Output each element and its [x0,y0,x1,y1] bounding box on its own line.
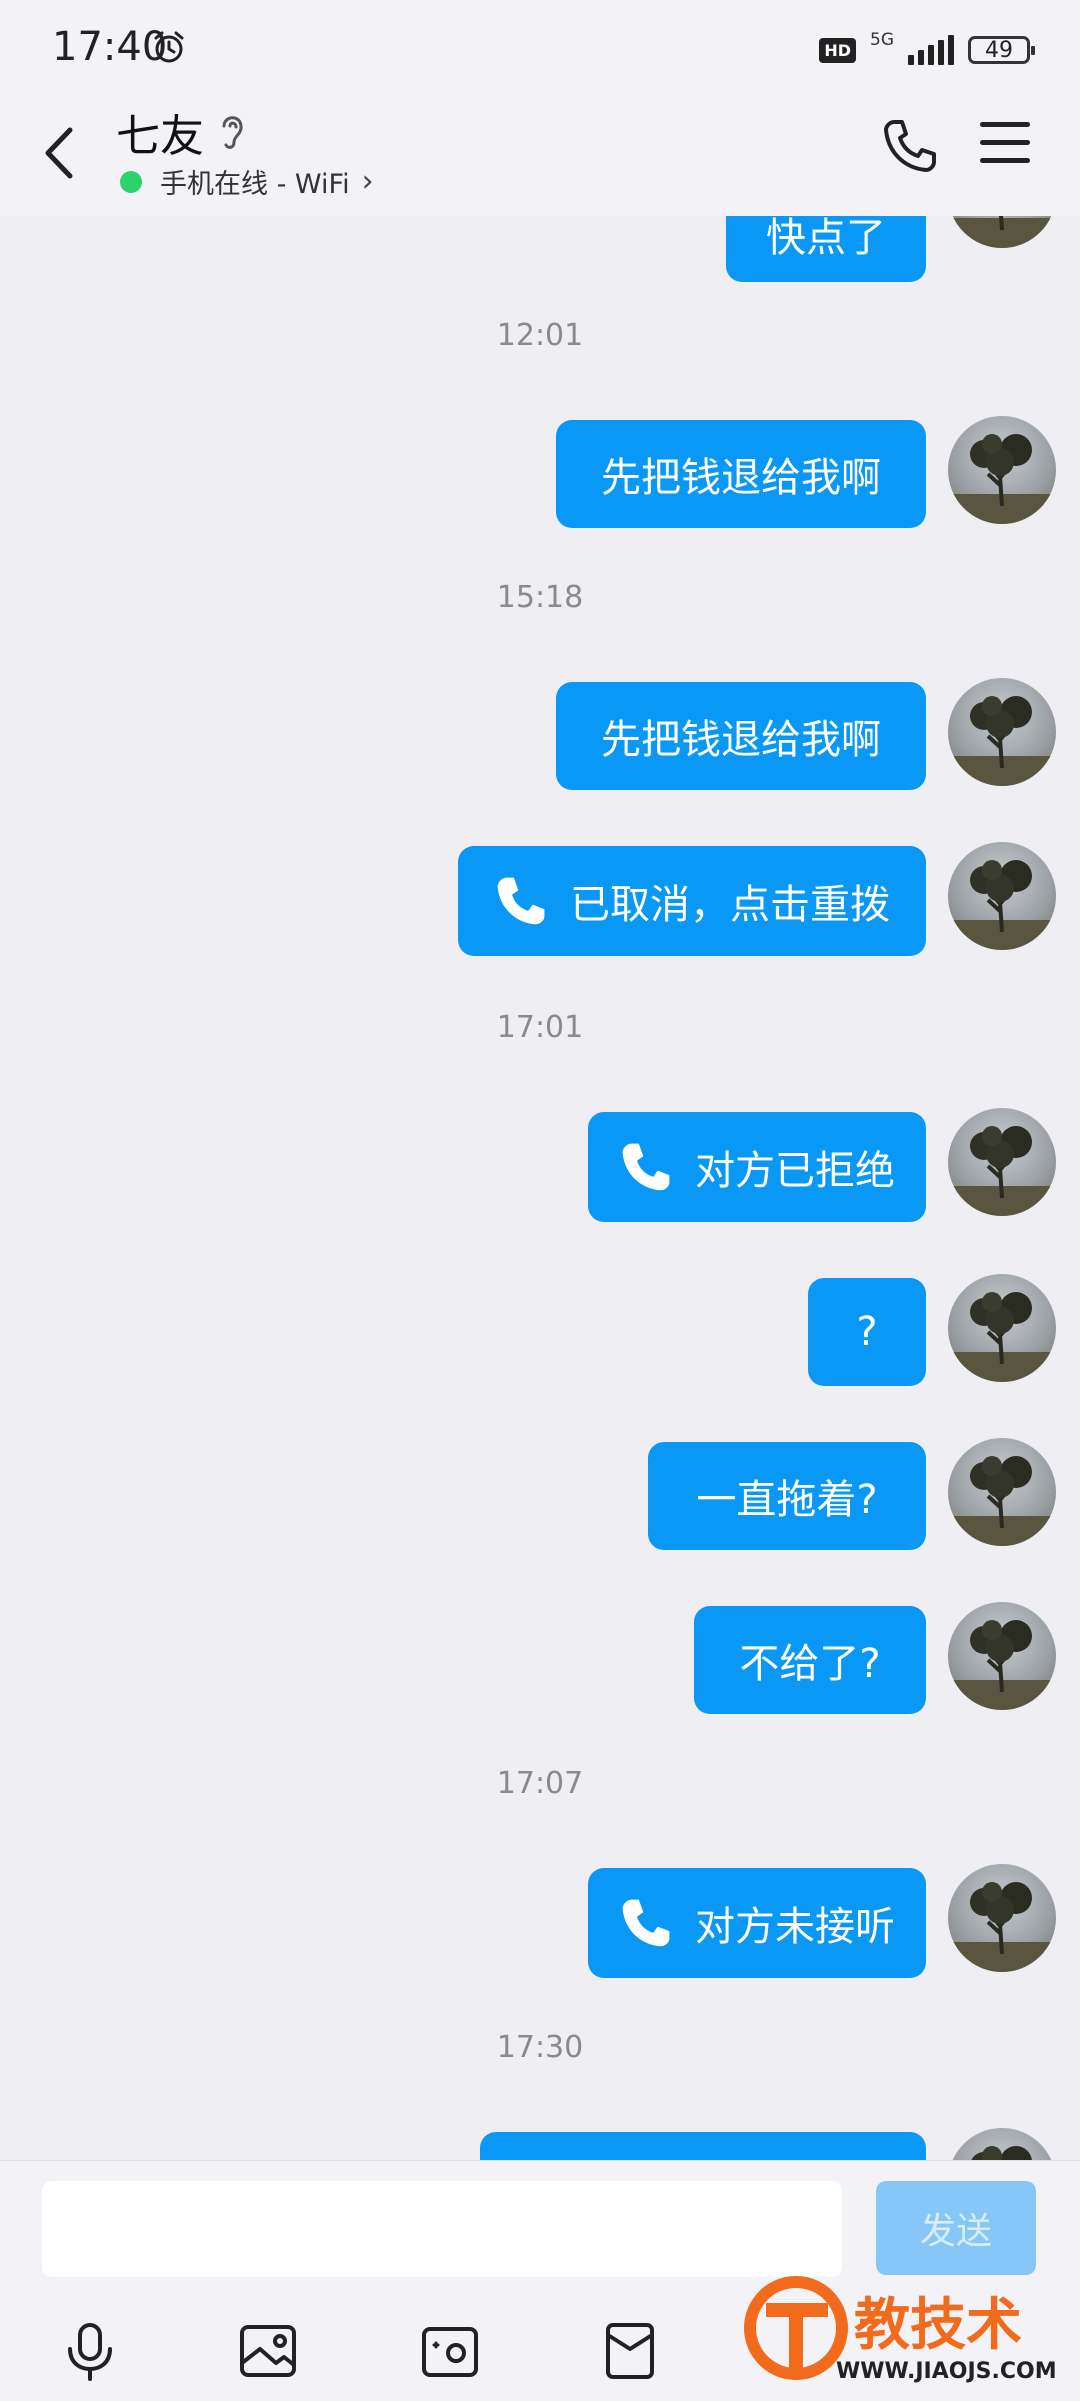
chevron-right-icon: › [361,164,374,199]
avatar[interactable] [948,1864,1056,1972]
timestamp: 17:01 [496,1010,584,1045]
chat-header: 七友 手机在线 - WiFi › [0,100,1080,216]
signal-icon [908,35,954,65]
message-bubble[interactable]: 一直拖着? [648,1442,926,1550]
alarm-icon [154,31,184,63]
avatar[interactable] [948,842,1056,950]
ear-icon [222,116,243,149]
message-text: 先把钱退给我啊 [601,455,881,501]
send-button[interactable]: 发送 [876,2181,1036,2275]
contact-name[interactable]: 七友 [116,100,204,164]
message-bubble[interactable]: 先把钱退给我啊 [556,420,926,528]
message-text: 快点了 [766,216,886,261]
phone-icon [622,1899,670,1947]
message-text: 对方未接听 [695,1904,895,1950]
red-packet-icon[interactable] [598,2319,662,2383]
message-bubble[interactable]: 不给了? [694,1606,926,1714]
message-input[interactable] [42,2181,842,2277]
timestamp: 12:01 [496,318,584,353]
avatar[interactable] [948,216,1056,248]
message-list[interactable]: 快点了 12:01 先把钱退给我啊 15:18 先把钱退给我啊 已取消，点击重拨… [0,216,1080,2160]
avatar[interactable] [948,416,1056,524]
avatar[interactable] [948,2128,1056,2160]
phone-call-icon[interactable] [880,116,940,176]
message-text: ? [856,1309,878,1355]
timestamp: 17:07 [496,1766,584,1801]
avatar[interactable] [948,1274,1056,1382]
online-dot [120,170,142,193]
online-status[interactable]: 手机在线 - WiFi › [120,162,374,201]
phone-icon [497,877,545,925]
message-text: 不给了? [739,1641,881,1687]
image-icon[interactable] [236,2319,300,2383]
avatar[interactable] [948,1438,1056,1546]
message-bubble[interactable]: 先把钱退给我啊 [556,682,926,790]
message-bubble[interactable] [480,2132,926,2160]
battery-icon: 49 [968,36,1035,64]
message-text: 先把钱退给我啊 [601,717,881,763]
hd-icon: HD [819,37,856,63]
battery-level: 49 [985,37,1013,63]
status-bar: 17:40 HD 5G 49 [0,0,1080,100]
message-bubble[interactable]: ? [808,1278,926,1386]
message-text: 对方已拒绝 [695,1148,895,1194]
network-type: 5G [870,30,894,50]
online-status-text: 手机在线 - WiFi [160,169,350,200]
call-bubble[interactable]: 对方已拒绝 [588,1112,926,1222]
status-time: 17:40 [52,24,168,70]
camera-icon[interactable] [418,2319,482,2383]
message-text: 一直拖着? [696,1477,878,1523]
timestamp: 15:18 [496,580,584,615]
avatar[interactable] [948,1108,1056,1216]
watermark-url: WWW.JIAOJS.COM [836,2359,1057,2384]
avatar[interactable] [948,678,1056,786]
message-bubble[interactable]: 快点了 [726,216,926,282]
phone-icon [622,1143,670,1191]
menu-icon[interactable] [980,122,1030,168]
call-bubble[interactable]: 已取消，点击重拨 [458,846,926,956]
back-icon[interactable] [38,118,78,188]
timestamp: 17:30 [496,2030,584,2065]
microphone-icon[interactable] [58,2319,122,2383]
avatar[interactable] [948,1602,1056,1710]
watermark-brand: 教技术 [854,2293,1022,2358]
call-bubble[interactable]: 对方未接听 [588,1868,926,1978]
watermark-logo: 教技术 WWW.JIAOJS.COM [744,2276,1057,2384]
message-text: 已取消，点击重拨 [570,882,890,928]
